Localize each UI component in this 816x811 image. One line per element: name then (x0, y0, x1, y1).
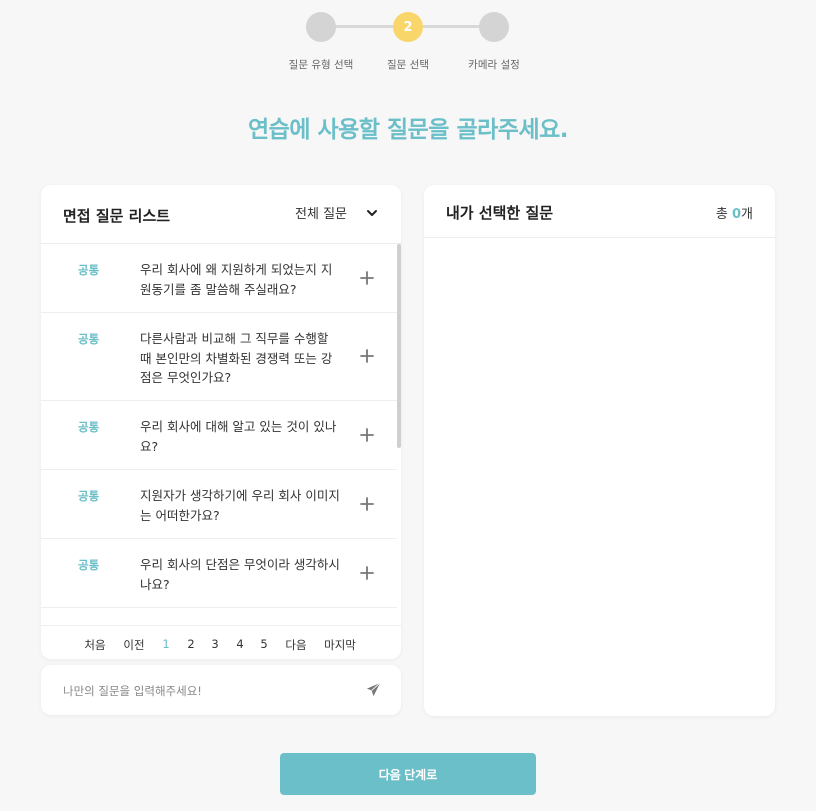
filter-selected-label: 전체 질문 (295, 207, 347, 222)
step-3-label: 카메라 설정 (468, 59, 520, 71)
question-text: 우리 회사에 왜 지원하게 되었는지 지원동기를 좀 말씀해 주실래요? (140, 262, 333, 297)
custom-question-box (41, 665, 401, 715)
page-button-4[interactable]: 4 (236, 637, 243, 651)
question-filter-dropdown[interactable]: 전체 질문 (295, 203, 379, 222)
page-last-button[interactable]: 마지막 (324, 637, 356, 653)
question-text: 다른사람과 비교해 그 직무를 수행할 때 본인만의 차별화된 경쟁력 또는 강… (140, 331, 333, 385)
page-title: 연습에 사용할 질문을 골라주세요. (248, 117, 569, 143)
selected-questions-title: 내가 선택한 질문 (446, 204, 554, 222)
count-suffix: 개 (741, 207, 753, 222)
plus-icon[interactable] (358, 269, 376, 287)
page-next-button[interactable]: 다음 (285, 637, 306, 653)
step-1-label: 질문 유형 선택 (288, 59, 354, 71)
plus-icon[interactable] (358, 426, 376, 444)
question-tag: 공통 (78, 420, 100, 434)
plus-icon[interactable] (358, 347, 376, 365)
page-button-2[interactable]: 2 (187, 637, 194, 651)
plus-icon[interactable] (358, 495, 376, 513)
step-2-circle: 2 (393, 12, 423, 42)
plus-icon[interactable] (358, 564, 376, 582)
question-item[interactable]: 공통 우리 회사에 왜 지원하게 되었는지 지원동기를 좀 말씀해 주실래요? (41, 244, 397, 313)
page-button-5[interactable]: 5 (260, 637, 267, 651)
question-list-panel: 면접 질문 리스트 전체 질문 공통 우리 회사에 왜 지원하게 되었는지 지원… (41, 185, 401, 659)
step-1-circle (306, 12, 336, 42)
question-item[interactable]: 공통 지원자가 생각하기에 우리 회사 이미지는 어떠한가요? (41, 470, 397, 539)
question-text: 지원자가 생각하기에 우리 회사 이미지는 어떠한가요? (140, 488, 340, 523)
count-prefix: 총 (715, 207, 732, 222)
pagination: 처음 이전 1 2 3 4 5 다음 마지막 (41, 625, 401, 659)
step-2-label: 질문 선택 (387, 59, 429, 71)
selected-count: 총 0개 (716, 203, 753, 222)
question-text: 우리 회사에 대해 알고 있는 것이 있나요? (140, 419, 337, 454)
page-first-button[interactable]: 처음 (84, 637, 105, 653)
question-item[interactable]: 공통 우리 회사의 단점은 무엇이라 생각하시나요? (41, 539, 397, 608)
question-item[interactable]: 공통 우리 회사에 대해 알고 있는 것이 있나요? (41, 401, 397, 470)
page-button-3[interactable]: 3 (211, 637, 218, 651)
chevron-down-icon (367, 209, 377, 216)
question-item[interactable]: 공통 다른사람과 비교해 그 직무를 수행할 때 본인만의 차별화된 경쟁력 또… (41, 313, 397, 401)
selected-questions-panel: 내가 선택한 질문 총 0개 (424, 185, 775, 716)
count-number: 0 (731, 207, 742, 222)
send-icon[interactable] (366, 682, 381, 697)
question-text: 우리 회사의 단점은 무엇이라 생각하시나요? (140, 557, 340, 592)
page-prev-button[interactable]: 이전 (123, 637, 144, 653)
question-list-scrollbar[interactable] (397, 244, 401, 448)
step-3-circle (479, 12, 509, 42)
custom-question-input[interactable] (61, 680, 345, 702)
page-button-1[interactable]: 1 (162, 637, 169, 651)
question-tag: 공통 (78, 263, 100, 277)
selected-questions-header: 내가 선택한 질문 총 0개 (424, 185, 775, 238)
progress-stepper: 2 질문 유형 선택 질문 선택 카메라 설정 (0, 0, 816, 80)
question-list-header: 면접 질문 리스트 전체 질문 (41, 185, 401, 244)
question-tag: 공통 (78, 489, 100, 503)
question-list-title: 면접 질문 리스트 (63, 207, 171, 225)
next-step-button[interactable]: 다음 단계로 (280, 753, 536, 795)
question-tag: 공통 (78, 332, 100, 346)
question-list[interactable]: 공통 우리 회사에 왜 지원하게 되었는지 지원동기를 좀 말씀해 주실래요? … (41, 244, 401, 624)
question-tag: 공통 (78, 558, 100, 572)
